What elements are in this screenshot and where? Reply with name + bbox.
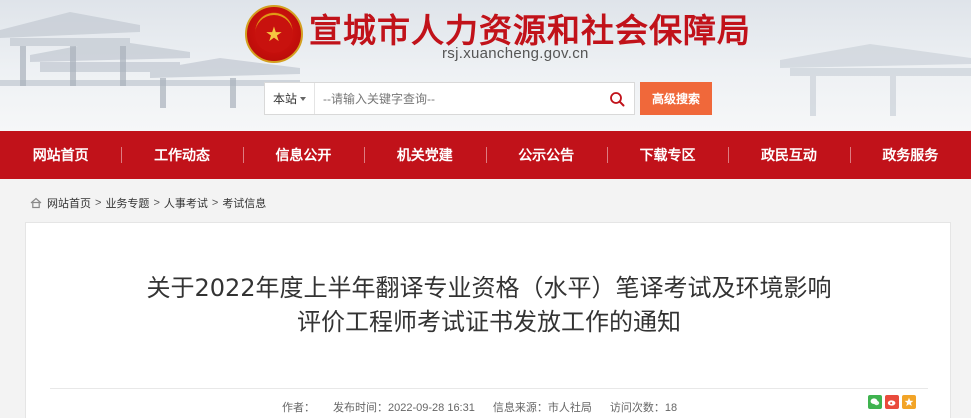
breadcrumb-link-exam-info[interactable]: 考试信息 xyxy=(222,195,266,211)
meta-views-value: 18 xyxy=(664,402,678,414)
nav-item-work-news[interactable]: 工作动态 xyxy=(121,131,242,179)
search-box: 本站 xyxy=(264,82,635,115)
meta-publish-time: 发布时间：2022-09-28 16:31 xyxy=(333,399,475,415)
search-scope-select[interactable]: 本站 xyxy=(265,83,315,114)
article-title-line1: 关于2022年度上半年翻译专业资格（水平）笔译考试及环境影响 xyxy=(146,274,832,302)
nav-item-info-disclosure[interactable]: 信息公开 xyxy=(242,131,364,179)
wechat-share-icon[interactable] xyxy=(868,395,882,409)
meta-source-label: 信息来源： xyxy=(492,402,548,414)
nav-item-home[interactable]: 网站首页 xyxy=(0,131,121,179)
breadcrumb-link-business[interactable]: 业务专题 xyxy=(105,195,149,211)
meta-author-label: 作者： xyxy=(282,402,315,414)
article-card: 关于2022年度上半年翻译专业资格（水平）笔译考试及环境影响 评价工程师考试证书… xyxy=(25,222,951,418)
nav-item-interaction[interactable]: 政民互动 xyxy=(728,131,849,179)
meta-source-value: 市人社局 xyxy=(547,402,592,414)
article-title-line2: 评价工程师考试证书发放工作的通知 xyxy=(297,308,681,336)
meta-author: 作者： xyxy=(282,399,315,415)
nav-item-party-building[interactable]: 机关党建 xyxy=(364,131,485,179)
search-input[interactable] xyxy=(315,83,600,114)
search-scope-label: 本站 xyxy=(272,92,297,106)
site-domain: rsj.xuancheng.gov.cn xyxy=(442,45,589,62)
main-nav: 网站首页 工作动态 信息公开 机关党建 公示公告 下载专区 政民互动 政务服务 xyxy=(0,131,971,179)
article-title: 关于2022年度上半年翻译专业资格（水平）笔译考试及环境影响 评价工程师考试证书… xyxy=(26,271,952,339)
architecture-decoration-right xyxy=(780,44,971,116)
meta-source: 信息来源：市人社局 xyxy=(493,399,592,415)
breadcrumb-separator: > xyxy=(211,197,219,209)
nav-item-announcements[interactable]: 公示公告 xyxy=(485,131,607,179)
qzone-share-icon[interactable] xyxy=(902,395,916,409)
chevron-down-icon xyxy=(300,96,306,101)
national-emblem-icon: ★ xyxy=(245,5,303,63)
breadcrumb: 网站首页 > 业务专题 > 人事考试 > 考试信息 xyxy=(30,195,266,211)
site-header: ★ 宣城市人力资源和社会保障局 rsj.xuancheng.gov.cn 本站 … xyxy=(0,0,971,131)
meta-views-label: 访问次数： xyxy=(609,402,665,414)
home-icon xyxy=(30,197,42,209)
article-meta: 作者： 发布时间：2022-09-28 16:31 信息来源：市人社局 访问次数… xyxy=(282,399,695,415)
meta-time-label: 发布时间： xyxy=(333,402,388,414)
nav-item-downloads[interactable]: 下载专区 xyxy=(606,131,728,179)
breadcrumb-link-home[interactable]: 网站首页 xyxy=(47,195,91,211)
divider xyxy=(50,388,928,389)
search-icon[interactable] xyxy=(600,83,634,114)
meta-views: 访问次数：18 xyxy=(610,399,677,415)
advanced-search-button[interactable]: 高级搜索 xyxy=(640,82,712,115)
breadcrumb-separator: > xyxy=(95,197,102,209)
breadcrumb-separator: > xyxy=(153,197,160,209)
weibo-share-icon[interactable] xyxy=(885,395,899,409)
share-buttons xyxy=(868,395,916,409)
breadcrumb-link-personnel-exam[interactable]: 人事考试 xyxy=(164,195,208,211)
nav-item-services[interactable]: 政务服务 xyxy=(849,131,971,179)
meta-time-value: 2022-09-28 16:31 xyxy=(388,402,475,414)
